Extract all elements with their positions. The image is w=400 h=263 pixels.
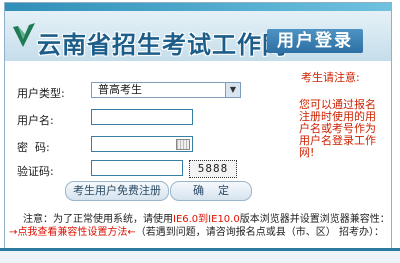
username-label: 用户名: (17, 114, 54, 127)
logo-icon (13, 23, 35, 47)
login-title: 用户登录 (267, 29, 363, 53)
compat-help: →点我查看兼容性设置方法←（若遇到问题，请咨询报名点或县（市、区） 招考办）： (9, 223, 389, 238)
register-button[interactable]: 考生用户免费注册 (65, 181, 169, 201)
site-title: 云南省招生考试工作网 (37, 30, 287, 59)
notice-body: 您可以通过报名注册时使用的用户名或考号作为用户名登录工作网! (299, 98, 376, 159)
user-type-label: 用户类型: (17, 87, 65, 100)
user-type-value: 普高考生 (98, 83, 142, 96)
captcha-input[interactable] (91, 160, 183, 176)
keyboard-icon[interactable] (176, 139, 190, 150)
login-panel: 云南省招生考试工作网 用户登录 用户类型: 普高考生 ▼ 用户名: 密 码: 验… (4, 2, 392, 252)
compat-help-suffix: （若遇到问题，请咨询报名点或县（市、区） 招考办）： (135, 227, 384, 238)
header-strip (5, 3, 391, 11)
compat-settings-link[interactable]: →点我查看兼容性设置方法← (9, 227, 136, 238)
username-input[interactable] (91, 109, 193, 125)
chevron-down-icon[interactable]: ▼ (225, 83, 240, 97)
password-label: 密 码: (17, 141, 50, 154)
confirm-button[interactable]: 确 定 (170, 181, 252, 201)
captcha-label: 验证码: (17, 165, 54, 178)
footer-bar (0, 248, 400, 263)
header-banner: 云南省招生考试工作网 用户登录 (5, 3, 391, 61)
captcha-image[interactable]: 5888 (189, 160, 237, 178)
password-input[interactable] (91, 136, 193, 152)
notice-title: 考生请注意: (301, 71, 360, 84)
user-type-select[interactable]: 普高考生 ▼ (91, 82, 241, 98)
